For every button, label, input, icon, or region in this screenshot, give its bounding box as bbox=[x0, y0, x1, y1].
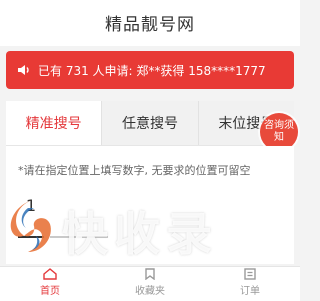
search-tabs: 精准搜号 任意搜号 末位搜号 bbox=[6, 101, 294, 146]
favorites-icon bbox=[145, 268, 155, 280]
digit-value: 1 bbox=[25, 196, 37, 215]
order-icon bbox=[244, 268, 256, 280]
bottom-tabbar: 首页 收藏夹 订单 bbox=[0, 266, 300, 301]
input-tip: *请在指定位置上填写数字, 无要求的位置可留空 bbox=[18, 164, 251, 177]
tabbar-item-orders[interactable]: 订单 bbox=[200, 267, 300, 301]
search-panel: *请在指定位置上填写数字, 无要求的位置可留空 1 bbox=[6, 146, 294, 264]
notice-banner: 已有 731 人申请: 郑**获得 158****1777 bbox=[6, 51, 294, 89]
tabbar-item-home[interactable]: 首页 bbox=[0, 267, 100, 301]
page-title: 精品靓号网 bbox=[105, 15, 195, 35]
tabbar-label: 收藏夹 bbox=[135, 286, 165, 297]
tab-label: 精准搜号 bbox=[25, 116, 82, 132]
tabbar-label: 订单 bbox=[240, 286, 260, 297]
home-icon bbox=[43, 268, 57, 280]
tab-exact-search[interactable]: 精准搜号 bbox=[6, 101, 102, 145]
tabbar-item-favorites[interactable]: 收藏夹 bbox=[100, 267, 200, 301]
consult-label: 咨询须知 bbox=[264, 120, 294, 143]
digit-input-1[interactable]: 1 bbox=[18, 196, 44, 238]
tab-any-search[interactable]: 任意搜号 bbox=[101, 101, 198, 145]
tabbar-label: 首页 bbox=[40, 286, 60, 297]
speaker-icon bbox=[18, 65, 29, 75]
digit-input-row: 1 bbox=[18, 196, 108, 238]
digit-input-2[interactable] bbox=[50, 196, 76, 238]
tab-label: 任意搜号 bbox=[121, 116, 178, 132]
notice-text: 已有 731 人申请: 郑**获得 158****1777 bbox=[38, 63, 266, 78]
app-header: 精品靓号网 bbox=[0, 0, 300, 46]
digit-input-3[interactable] bbox=[82, 196, 108, 238]
